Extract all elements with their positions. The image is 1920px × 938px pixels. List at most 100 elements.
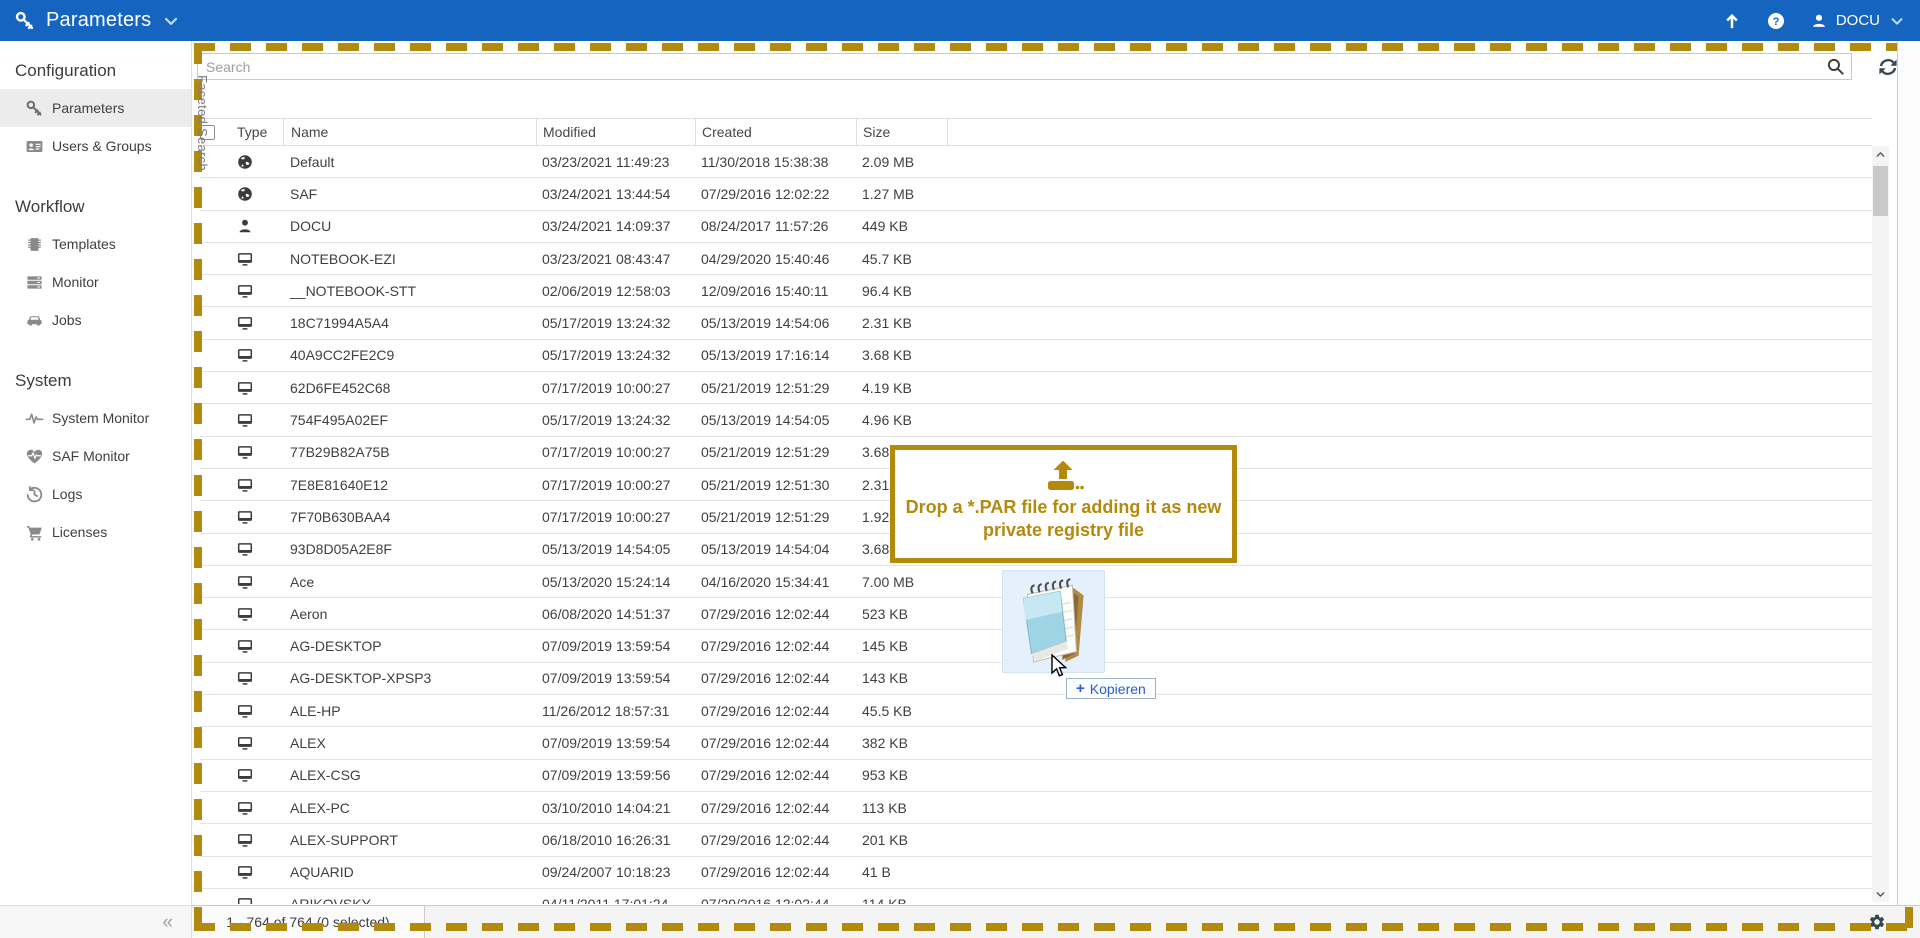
- sidebar-item-licenses[interactable]: Licenses: [0, 513, 191, 551]
- content-pane: Faceted Search Type Name Modified Create…: [192, 41, 1920, 938]
- sidebar-item-saf-monitor[interactable]: SAF Monitor: [0, 437, 191, 475]
- gear-icon[interactable]: [1868, 913, 1886, 931]
- table-row[interactable]: ALEX-PC03/10/2010 14:04:2107/29/2016 12:…: [200, 792, 1872, 824]
- topbar: Parameters ? DOCU: [0, 0, 1920, 41]
- par-file-dropzone[interactable]: Drop a *.PAR file for adding it as new p…: [890, 445, 1237, 563]
- row-name-cell: ALEX-PC: [283, 800, 536, 816]
- row-created-cell: 07/29/2016 12:02:44: [695, 606, 856, 622]
- table-row[interactable]: SAF03/24/2021 13:44:5407/29/2016 12:02:2…: [200, 178, 1872, 210]
- sidebar-item-parameters[interactable]: Parameters: [0, 89, 191, 127]
- row-size-cell: 4.19 KB: [856, 380, 1872, 396]
- row-created-cell: 07/29/2016 12:02:44: [695, 864, 856, 880]
- row-name-cell: ALEX: [283, 735, 536, 751]
- row-created-cell: 05/13/2019 14:54:06: [695, 315, 856, 331]
- table-row[interactable]: ALE-HP11/26/2012 18:57:3107/29/2016 12:0…: [200, 695, 1872, 727]
- sidebar-item-label: Logs: [52, 486, 82, 502]
- row-size-cell: 2.31 KB: [856, 315, 1872, 331]
- row-modified-cell: 05/13/2020 15:24:14: [536, 574, 695, 590]
- user-icon: [1810, 12, 1828, 30]
- sidebar-item-label: System Monitor: [52, 410, 149, 426]
- column-header-name[interactable]: Name: [283, 119, 536, 145]
- chevron-down-icon[interactable]: [161, 11, 181, 31]
- row-modified-cell: 05/17/2019 13:24:32: [536, 412, 695, 428]
- search-input[interactable]: [197, 53, 1852, 80]
- vertical-scrollbar[interactable]: [1872, 146, 1889, 902]
- user-menu[interactable]: DOCU: [1810, 12, 1906, 30]
- row-created-cell: 05/21/2019 12:51:29: [695, 509, 856, 525]
- row-name-cell: 18C71994A5A4: [283, 315, 536, 331]
- sidebar-item-jobs[interactable]: Jobs: [0, 301, 191, 339]
- table-row[interactable]: ALEX-SUPPORT06/18/2010 16:26:3107/29/201…: [200, 824, 1872, 856]
- row-created-cell: 07/29/2016 12:02:22: [695, 186, 856, 202]
- row-name-cell: Default: [283, 154, 536, 170]
- scrollbar-up-icon[interactable]: [1872, 146, 1889, 162]
- sidebar-item-templates[interactable]: Templates: [0, 225, 191, 263]
- app-menu[interactable]: Parameters: [14, 9, 181, 32]
- faceted-search-panel-toggle[interactable]: [1897, 41, 1920, 905]
- row-name-cell: ALEX-CSG: [283, 767, 536, 783]
- scrollbar-down-icon[interactable]: [1872, 886, 1889, 902]
- row-modified-cell: 03/24/2021 14:09:37: [536, 218, 695, 234]
- sidebar-item-system-monitor[interactable]: System Monitor: [0, 399, 191, 437]
- row-type-cell: [230, 670, 283, 686]
- sidebar-item-monitor[interactable]: Monitor: [0, 263, 191, 301]
- column-header-type[interactable]: Type: [230, 119, 283, 145]
- heart-pulse-icon: [25, 447, 44, 466]
- table-row[interactable]: ARIKOVSKY04/11/2011 17:01:2407/29/2016 1…: [200, 889, 1872, 904]
- dropzone-text-line2: private registry file: [895, 519, 1232, 542]
- row-size-cell: 953 KB: [856, 767, 1872, 783]
- computer-icon: [237, 412, 253, 428]
- row-created-cell: 05/21/2019 12:51:29: [695, 380, 856, 396]
- row-type-cell: [230, 832, 283, 848]
- sidebar-item-users-groups[interactable]: Users & Groups: [0, 127, 191, 165]
- table-row[interactable]: Default03/23/2021 11:49:2311/30/2018 15:…: [200, 146, 1872, 178]
- row-type-cell: [230, 767, 283, 783]
- row-name-cell: NOTEBOOK-EZI: [283, 251, 536, 267]
- table-row[interactable]: ALEX-CSG07/09/2019 13:59:5607/29/2016 12…: [200, 760, 1872, 792]
- column-header-size[interactable]: Size: [856, 119, 948, 145]
- row-name-cell: Ace: [283, 574, 536, 590]
- table-row[interactable]: NOTEBOOK-EZI03/23/2021 08:43:4704/29/202…: [200, 243, 1872, 275]
- table-row[interactable]: DOCU03/24/2021 14:09:3708/24/2017 11:57:…: [200, 211, 1872, 243]
- row-name-cell: 40A9CC2FE2C9: [283, 347, 536, 363]
- computer-icon: [237, 541, 253, 557]
- row-size-cell: 114 KB: [856, 896, 1872, 904]
- key-icon: [25, 99, 44, 118]
- row-type-cell: [230, 154, 283, 170]
- column-header-modified[interactable]: Modified: [536, 119, 695, 145]
- sidebar: ConfigurationParametersUsers & GroupsWor…: [0, 41, 192, 938]
- scroll-to-top-icon[interactable]: [1722, 11, 1742, 31]
- row-created-cell: 07/29/2016 12:02:44: [695, 703, 856, 719]
- row-modified-cell: 07/09/2019 13:59:56: [536, 767, 695, 783]
- row-size-cell: 3.68 KB: [856, 347, 1872, 363]
- row-type-cell: [230, 380, 283, 396]
- collapse-sidebar-button[interactable]: «: [162, 913, 173, 932]
- sidebar-item-label: Jobs: [52, 312, 82, 328]
- row-type-cell: [230, 347, 283, 363]
- row-modified-cell: 03/23/2021 11:49:23: [536, 154, 695, 170]
- scrollbar-thumb[interactable]: [1873, 166, 1888, 216]
- table-row[interactable]: 40A9CC2FE2C905/17/2019 13:24:3205/13/201…: [200, 340, 1872, 372]
- row-modified-cell: 07/09/2019 13:59:54: [536, 735, 695, 751]
- row-name-cell: AG-DESKTOP-XPSP3: [283, 670, 536, 686]
- search-icon[interactable]: [1825, 56, 1846, 77]
- computer-icon: [237, 251, 253, 267]
- help-icon[interactable]: ?: [1766, 11, 1786, 31]
- row-modified-cell: 03/24/2021 13:44:54: [536, 186, 695, 202]
- column-header-created[interactable]: Created: [695, 119, 856, 145]
- table-row[interactable]: 18C71994A5A405/17/2019 13:24:3205/13/201…: [200, 307, 1872, 339]
- row-created-cell: 07/29/2016 12:02:44: [695, 670, 856, 686]
- table-row[interactable]: 754F495A02EF05/17/2019 13:24:3205/13/201…: [200, 404, 1872, 436]
- table-row[interactable]: AQUARID09/24/2007 10:18:2307/29/2016 12:…: [200, 857, 1872, 889]
- row-type-cell: [230, 800, 283, 816]
- svg-text:?: ?: [1772, 15, 1779, 27]
- computer-icon: [237, 315, 253, 331]
- row-modified-cell: 07/17/2019 10:00:27: [536, 444, 695, 460]
- sidebar-item-logs[interactable]: Logs: [0, 475, 191, 513]
- table-row[interactable]: __NOTEBOOK-STT02/06/2019 12:58:0312/09/2…: [200, 275, 1872, 307]
- table-row[interactable]: 62D6FE452C6807/17/2019 10:00:2705/21/201…: [200, 372, 1872, 404]
- row-modified-cell: 07/09/2019 13:59:54: [536, 638, 695, 654]
- row-type-cell: [230, 864, 283, 880]
- table-row[interactable]: ALEX07/09/2019 13:59:5407/29/2016 12:02:…: [200, 727, 1872, 759]
- row-created-cell: 05/13/2019 14:54:04: [695, 541, 856, 557]
